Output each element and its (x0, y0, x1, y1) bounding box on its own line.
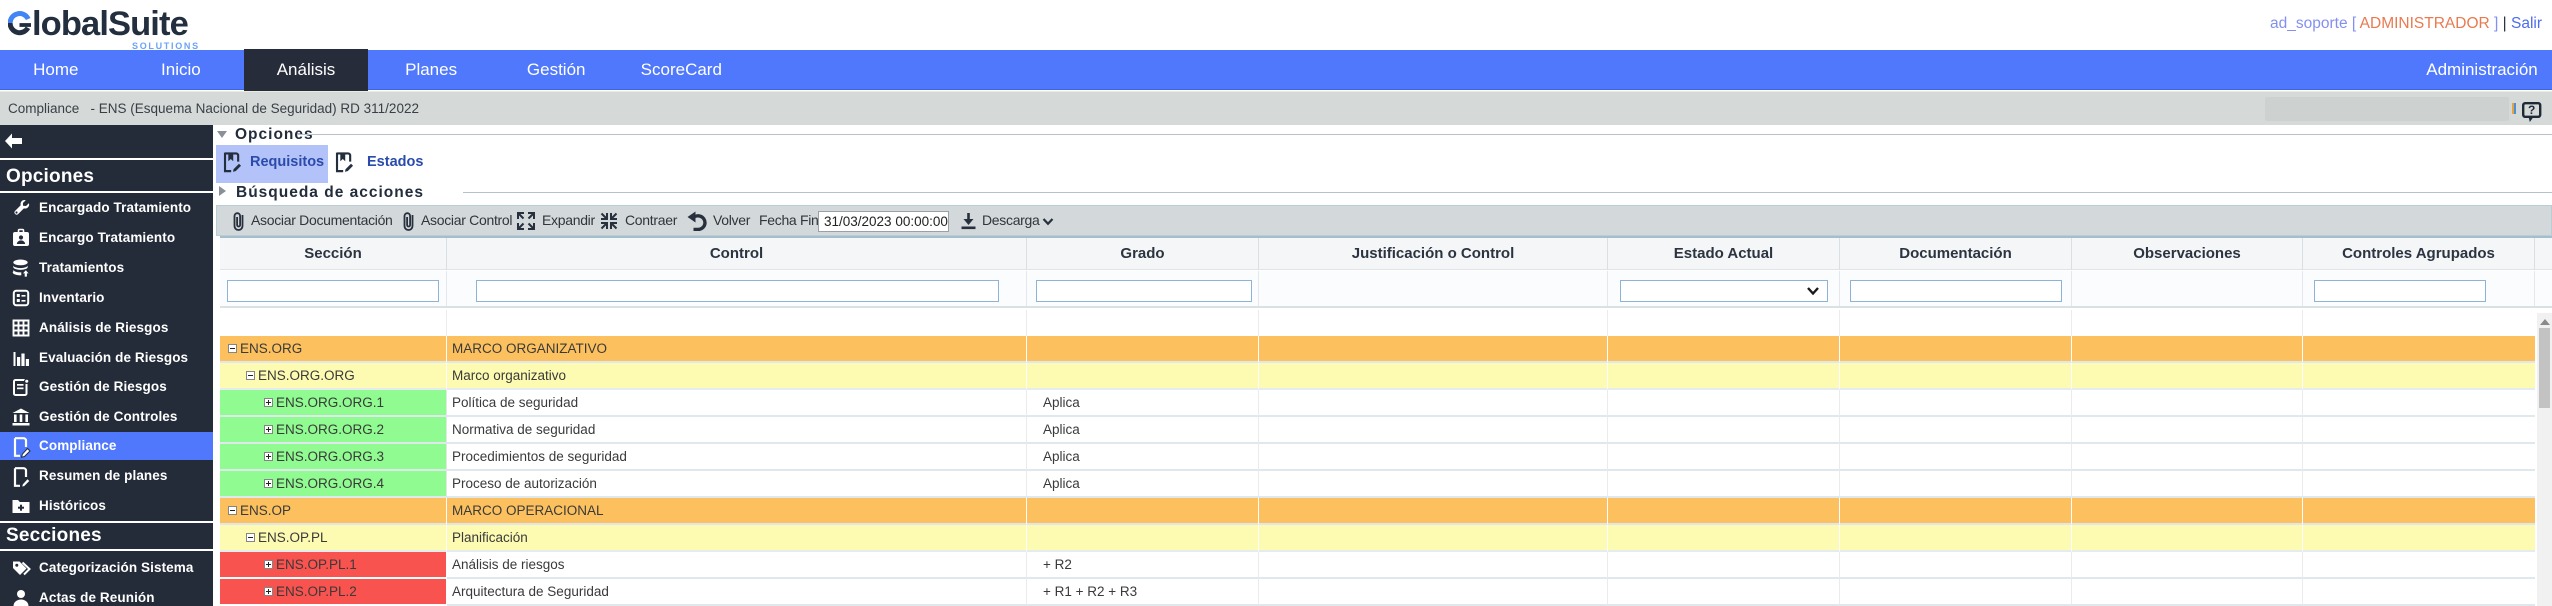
svg-text:?: ? (2528, 103, 2535, 117)
